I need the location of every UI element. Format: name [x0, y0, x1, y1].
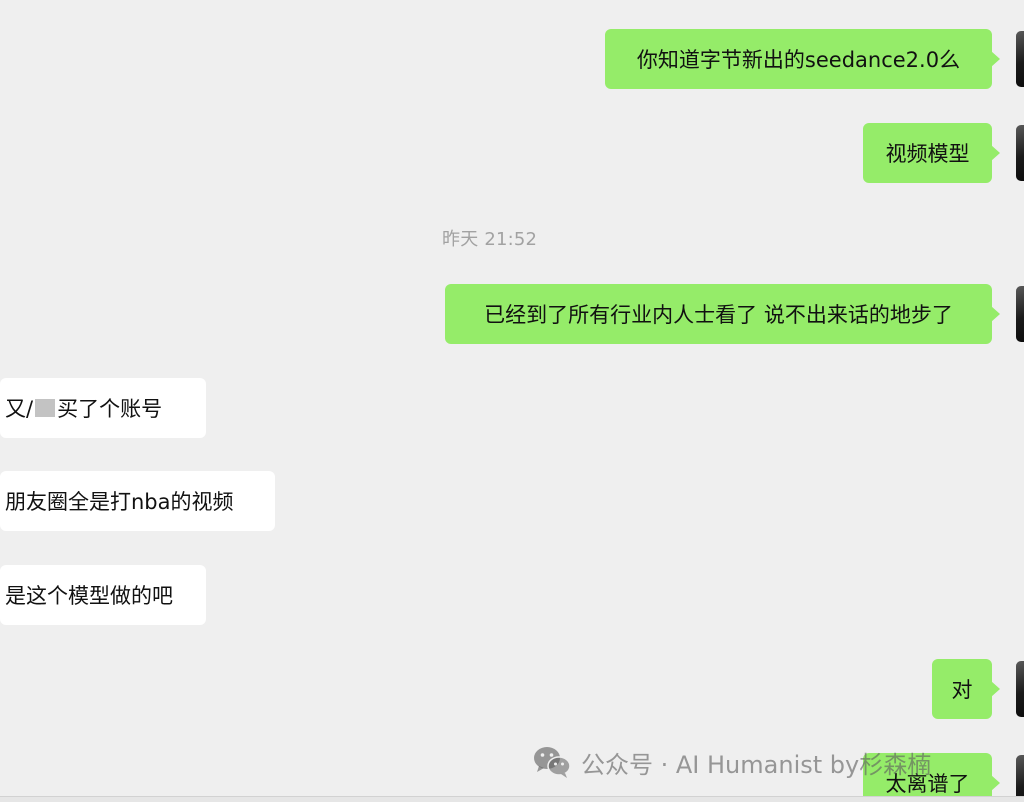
chat-area[interactable]: 你知道字节新出的seedance2.0么 视频模型 昨天 21:52 已经到了所… [0, 0, 1024, 802]
outgoing-message[interactable]: 你知道字节新出的seedance2.0么 [605, 29, 1000, 89]
user-avatar[interactable] [1016, 755, 1024, 802]
bottom-edge [0, 796, 1024, 802]
outgoing-message[interactable]: 对 [932, 659, 1000, 719]
redaction-mosaic [35, 399, 56, 417]
incoming-message[interactable]: 朋友圈全是打nba的视频 [0, 471, 275, 531]
incoming-message[interactable]: 又/ 买了个账号 [0, 378, 206, 438]
message-text-part: 又/ [5, 397, 34, 421]
incoming-message[interactable]: 是这个模型做的吧 [0, 565, 206, 625]
message-text: 视频模型 [885, 142, 970, 166]
outgoing-message[interactable]: 视频模型 [863, 123, 1000, 183]
user-avatar[interactable] [1016, 31, 1024, 87]
message-text: 朋友圈全是打nba的视频 [5, 490, 234, 514]
message-text: 已经到了所有行业内人士看了 说不出来话的地步了 [484, 303, 953, 327]
user-avatar[interactable] [1016, 286, 1024, 342]
outgoing-message[interactable]: 已经到了所有行业内人士看了 说不出来话的地步了 [445, 284, 1000, 344]
message-text-part: 买了个账号 [57, 397, 163, 421]
message-text: 你知道字节新出的seedance2.0么 [636, 48, 961, 72]
user-avatar[interactable] [1016, 125, 1024, 181]
message-text: 太离谱了 [885, 772, 970, 796]
chat-timestamp: 昨天 21:52 [442, 229, 538, 250]
outgoing-message[interactable]: 太离谱了 [863, 753, 1000, 802]
message-text: 对 [951, 678, 973, 702]
wechat-logo-icon [534, 747, 571, 778]
user-avatar[interactable] [1016, 661, 1024, 717]
message-text: 是这个模型做的吧 [5, 584, 173, 608]
